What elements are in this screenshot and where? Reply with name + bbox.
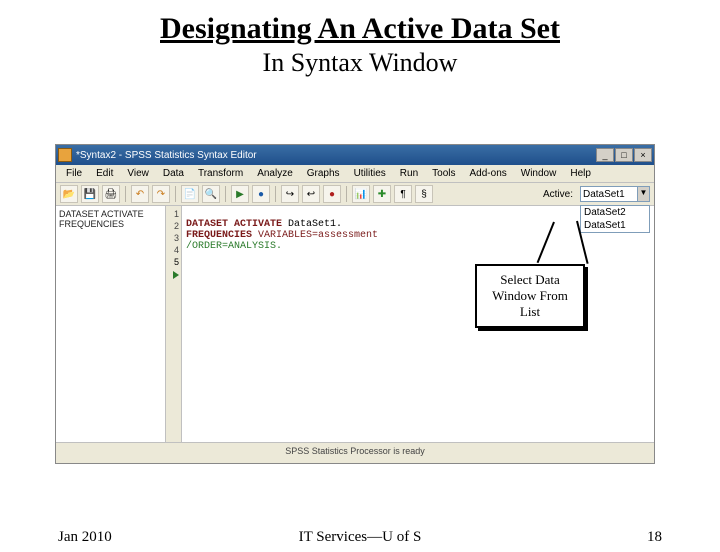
menu-view[interactable]: View <box>121 167 155 180</box>
active-dataset-value: DataSet1 <box>583 189 625 200</box>
find-icon[interactable]: 🔍 <box>202 185 220 203</box>
gutter-line: 1 <box>166 208 179 220</box>
menu-run[interactable]: Run <box>394 167 424 180</box>
menu-analyze[interactable]: Analyze <box>251 167 299 180</box>
footer-page: 18 <box>461 529 662 546</box>
menu-addons[interactable]: Add-ons <box>464 167 513 180</box>
syntax-help-icon[interactable]: ✚ <box>373 185 391 203</box>
active-label: Active: <box>543 189 577 200</box>
menu-data[interactable]: Data <box>157 167 190 180</box>
print-icon[interactable]: 🖨 <box>102 185 120 203</box>
separator <box>225 186 226 202</box>
gutter-line: 5 <box>166 256 179 268</box>
app-icon <box>58 148 72 162</box>
maximize-button[interactable]: □ <box>615 148 633 162</box>
gutter-line: 4 <box>166 244 179 256</box>
menu-edit[interactable]: Edit <box>90 167 119 180</box>
step-into-icon[interactable]: ↩ <box>302 185 320 203</box>
goto-icon[interactable]: 📄 <box>181 185 199 203</box>
separator <box>346 186 347 202</box>
run-caret-icon <box>173 271 179 279</box>
line-gutter: 1 2 3 4 5 <box>166 206 182 442</box>
run-selection-icon[interactable]: ▶ <box>231 185 249 203</box>
step-over-icon[interactable]: ↪ <box>281 185 299 203</box>
slide-subtitle: In Syntax Window <box>0 48 720 78</box>
gutter-line: 3 <box>166 232 179 244</box>
gutter-line: 2 <box>166 220 179 232</box>
separator <box>275 186 276 202</box>
status-bar: SPSS Statistics Processor is ready <box>56 442 654 458</box>
dropdown-item-dataset1[interactable]: DataSet1 <box>581 219 649 232</box>
menu-graphs[interactable]: Graphs <box>301 167 346 180</box>
menu-file[interactable]: File <box>60 167 88 180</box>
menu-utilities[interactable]: Utilities <box>348 167 392 180</box>
close-button[interactable]: × <box>634 148 652 162</box>
menu-tools[interactable]: Tools <box>426 167 461 180</box>
nav-item[interactable]: FREQUENCIES <box>59 219 162 229</box>
slide-footer: Jan 2010 IT Services—U of S 18 <box>0 529 720 546</box>
titlebar: *Syntax2 - SPSS Statistics Syntax Editor… <box>56 145 654 165</box>
minimize-button[interactable]: _ <box>596 148 614 162</box>
slide-title: Designating An Active Data Set <box>0 12 720 46</box>
menubar: File Edit View Data Transform Analyze Gr… <box>56 165 654 183</box>
callout-text: Select Data <box>481 272 579 288</box>
status-text: SPSS Statistics Processor is ready <box>285 446 425 456</box>
separator <box>125 186 126 202</box>
open-icon[interactable]: 📂 <box>60 185 78 203</box>
active-dataset-combo[interactable]: DataSet1 ▼ <box>580 186 650 202</box>
chevron-down-icon[interactable]: ▼ <box>637 187 649 201</box>
callout-box: Select Data Window From List <box>475 264 585 328</box>
window-title: *Syntax2 - SPSS Statistics Syntax Editor <box>76 150 595 161</box>
footer-date: Jan 2010 <box>58 529 259 546</box>
nav-item[interactable]: DATASET ACTIVATE <box>59 209 162 219</box>
uncomment-icon[interactable]: § <box>415 185 433 203</box>
footer-org: IT Services—U of S <box>259 529 460 546</box>
callout-text: List <box>481 304 579 320</box>
undo-icon[interactable]: ↶ <box>131 185 149 203</box>
menu-window[interactable]: Window <box>515 167 563 180</box>
redo-icon[interactable]: ↷ <box>152 185 170 203</box>
toolbar: 📂 💾 🖨 ↶ ↷ 📄 🔍 ▶ ● ↪ ↩ ● 📊 ✚ ¶ § Active: … <box>56 183 654 206</box>
separator <box>175 186 176 202</box>
active-dataset-dropdown: DataSet2 DataSet1 <box>580 205 650 233</box>
comment-icon[interactable]: ¶ <box>394 185 412 203</box>
save-icon[interactable]: 💾 <box>81 185 99 203</box>
menu-transform[interactable]: Transform <box>192 167 249 180</box>
menu-help[interactable]: Help <box>564 167 597 180</box>
chart-icon[interactable]: 📊 <box>352 185 370 203</box>
dropdown-item-dataset2[interactable]: DataSet2 <box>581 206 649 219</box>
callout-text: Window From <box>481 288 579 304</box>
command-navigator[interactable]: DATASET ACTIVATE FREQUENCIES <box>56 206 166 442</box>
run-all-icon[interactable]: ● <box>252 185 270 203</box>
window-controls: _ □ × <box>595 148 652 162</box>
breakpoint-icon[interactable]: ● <box>323 185 341 203</box>
